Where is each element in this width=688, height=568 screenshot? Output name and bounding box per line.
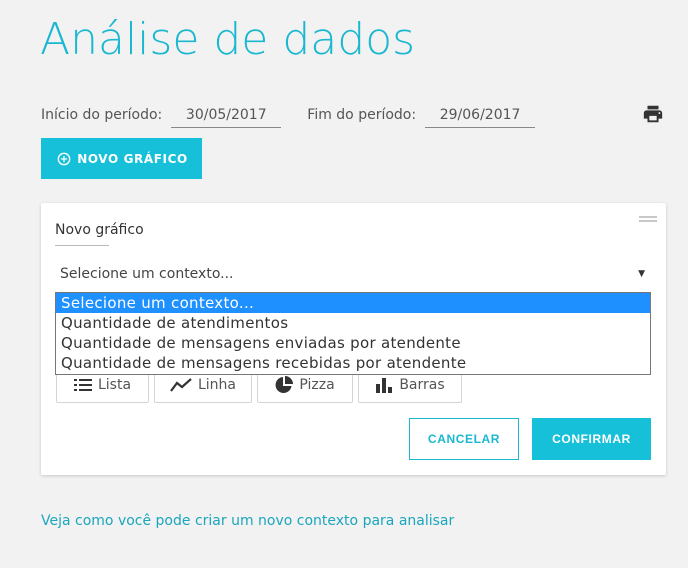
new-chart-button[interactable]: NOVO GRÁFICO: [41, 138, 202, 179]
chart-type-label: Barras: [399, 376, 445, 393]
print-icon[interactable]: [642, 103, 664, 125]
pie-chart-icon: [275, 375, 294, 393]
chevron-down-icon: ▼: [638, 269, 645, 279]
drag-handle-icon[interactable]: [639, 216, 657, 224]
dropdown-option[interactable]: Selecione um contexto...: [56, 293, 650, 313]
context-select-value: Selecione um contexto...: [60, 266, 234, 282]
end-date-label: Fim do período:: [307, 107, 417, 123]
start-date-label: Início do período:: [41, 107, 163, 123]
page-title: Análise de dados: [40, 14, 416, 65]
plus-circle-icon: [57, 152, 71, 165]
dropdown-option[interactable]: Quantidade de mensagens recebidas por at…: [56, 353, 650, 373]
context-select[interactable]: Selecione um contexto... ▼: [55, 260, 651, 288]
chart-title-input[interactable]: Novo gráfico: [55, 222, 144, 246]
dropdown-option[interactable]: Quantidade de atendimentos: [56, 313, 650, 333]
new-chart-label: NOVO GRÁFICO: [77, 151, 188, 166]
chart-type-label: Pizza: [299, 376, 335, 393]
chart-type-label: Lista: [97, 376, 132, 393]
confirm-button[interactable]: CONFIRMAR: [532, 418, 651, 460]
dropdown-option[interactable]: Quantidade de mensagens enviadas por ate…: [56, 333, 650, 353]
list-icon: [73, 378, 92, 391]
help-link[interactable]: Veja como você pode criar um novo contex…: [41, 513, 454, 529]
end-date-input[interactable]: 29/06/2017: [425, 107, 536, 128]
new-chart-card: Novo gráfico Selecione um contexto... ▼ …: [41, 203, 666, 475]
context-dropdown-list: Selecione um contexto... Quantidade de a…: [55, 292, 651, 375]
bar-chart-icon: [376, 377, 393, 393]
cancel-button[interactable]: CANCELAR: [409, 418, 519, 460]
period-row: Início do período: 30/05/2017 Fim do per…: [41, 104, 536, 128]
chart-type-label: Linha: [197, 376, 236, 393]
line-chart-icon: [170, 377, 192, 392]
start-date-input[interactable]: 30/05/2017: [171, 107, 282, 128]
